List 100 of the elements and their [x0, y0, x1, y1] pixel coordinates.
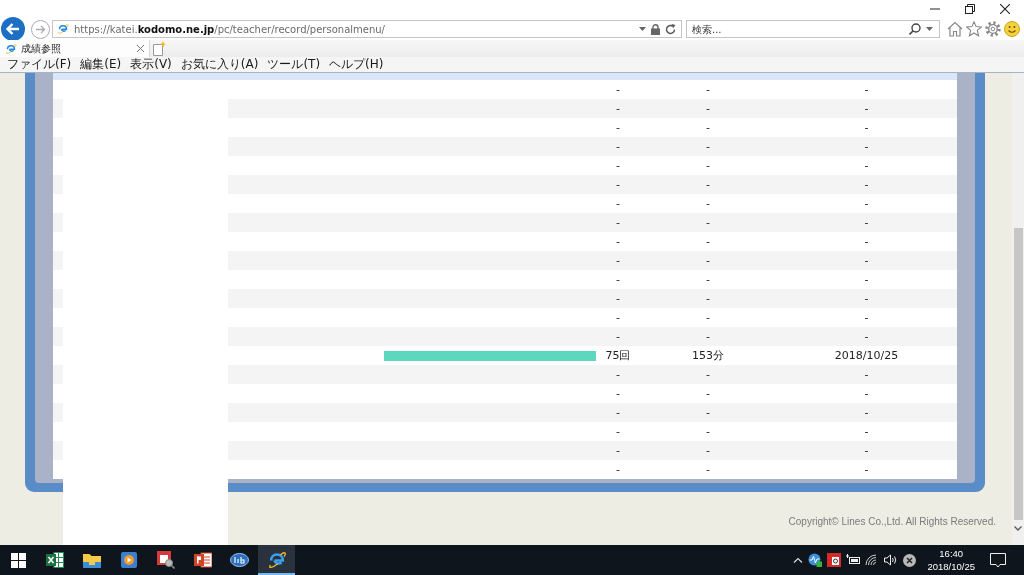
x-circle-icon[interactable]	[903, 553, 917, 567]
table-cell: -	[616, 273, 620, 286]
menu-item[interactable]: ヘルプ(H)	[329, 57, 384, 72]
table-cell: -	[864, 311, 869, 324]
table-cell: -	[706, 368, 710, 381]
close-icon[interactable]	[1000, 4, 1010, 14]
menu-item[interactable]: ツール(T)	[267, 57, 321, 72]
document-app-icon[interactable]	[827, 553, 842, 567]
table-cell: -	[706, 273, 710, 286]
table-cell: -	[616, 368, 620, 381]
table-cell: -	[864, 463, 869, 476]
spreadsheet-icon	[45, 552, 64, 568]
table-cell: -	[706, 121, 710, 134]
table-cell: -	[706, 83, 710, 96]
page-e-icon	[5, 42, 17, 55]
document-magnifier-icon	[156, 551, 175, 569]
table-cell: -	[706, 254, 710, 267]
battery-plug-icon[interactable]	[846, 554, 861, 566]
table-cell: -	[616, 463, 620, 476]
table-cell: -	[616, 292, 620, 305]
table-cell: -	[706, 292, 710, 305]
browser-tab[interactable]: 成績参照	[0, 40, 150, 57]
table-cell: -	[616, 197, 620, 210]
table-cell: -	[706, 216, 710, 229]
home-icon[interactable]	[947, 21, 963, 37]
menu-item[interactable]: お気に入り(A)	[180, 57, 259, 72]
table-cell: -	[616, 444, 620, 457]
table-cell: 75回	[605, 349, 631, 362]
table-cell: -	[864, 197, 869, 210]
table-cell: -	[616, 330, 620, 343]
table-cell: -	[864, 102, 869, 115]
table-cell: -	[864, 273, 869, 286]
table-cell: -	[616, 178, 620, 191]
clock-time[interactable]: 16:40	[939, 547, 964, 560]
table-cell: -	[706, 140, 710, 153]
taskbar-button[interactable]	[258, 545, 295, 575]
table-cell: -	[706, 311, 710, 324]
search-field[interactable]: 検索...	[686, 20, 940, 38]
table-cell: -	[706, 330, 710, 343]
table-cell: -	[706, 178, 710, 191]
copyright-text: Copyright© Lines Co.,Ltd. All Rights Reserved.	[788, 516, 996, 527]
menu-item[interactable]: ファイル(F)	[7, 57, 72, 72]
table-cell: -	[864, 425, 869, 438]
table-cell: -	[616, 425, 620, 438]
table-cell: -	[864, 159, 869, 172]
scroll-down-icon[interactable]	[1014, 526, 1022, 531]
table-cell: -	[616, 254, 620, 267]
new-tab-icon[interactable]	[153, 41, 166, 56]
table-cell: -	[864, 292, 869, 305]
table-cell: -	[616, 406, 620, 419]
table-cell: -	[706, 444, 710, 457]
menu-item[interactable]: 編集(E)	[80, 57, 122, 72]
table-cell: -	[864, 235, 869, 248]
notification-icon[interactable]	[990, 552, 1006, 568]
settings-icon[interactable]	[985, 21, 1001, 37]
table-cell: -	[864, 254, 869, 267]
table-cell: -	[864, 178, 869, 191]
scrollbar-thumb[interactable]	[1013, 228, 1023, 520]
menu-item[interactable]: 表示(V)	[130, 57, 172, 72]
table-cell: -	[706, 159, 710, 172]
caret-icon[interactable]	[926, 27, 933, 31]
star-icon[interactable]	[966, 21, 982, 37]
table-cell: -	[864, 83, 869, 96]
table-cell: -	[616, 311, 620, 324]
table-cell: -	[616, 235, 620, 248]
table-cell: -	[864, 444, 869, 457]
address-field[interactable]: https://katei.kodomo.ne.jp/pc/teacher/record/personalmenu/	[52, 20, 682, 38]
search-icon[interactable]	[909, 23, 921, 35]
smiley-icon[interactable]	[1004, 21, 1020, 37]
caret-icon[interactable]	[639, 27, 646, 31]
table-cell: -	[706, 425, 710, 438]
table-cell: -	[864, 330, 869, 343]
lock-icon[interactable]	[651, 23, 660, 35]
table-cell: -	[616, 83, 620, 96]
presentation-icon	[193, 552, 212, 568]
table-cell: -	[706, 406, 710, 419]
back-icon[interactable]	[1, 17, 25, 41]
table-cell: -	[616, 216, 620, 229]
speaker-icon[interactable]	[884, 554, 899, 566]
table-cell: -	[864, 121, 869, 134]
chevron-up-icon[interactable]	[793, 557, 804, 563]
table-cell: -	[864, 368, 869, 381]
clock-date[interactable]: 2018/10/25	[927, 560, 975, 573]
table-cell: -	[706, 387, 710, 400]
windows-logo-icon[interactable]	[10, 552, 26, 568]
table-cell: 153分	[692, 349, 724, 362]
table-cell: 2018/10/25	[834, 349, 899, 362]
pulse-check-icon[interactable]	[808, 553, 823, 567]
table-cell: -	[616, 140, 620, 153]
oval-badge-icon	[230, 553, 249, 567]
page-e-icon	[57, 23, 69, 35]
table-cell: -	[864, 216, 869, 229]
table-cell: -	[706, 235, 710, 248]
table-cell: -	[616, 102, 620, 115]
refresh-icon[interactable]	[665, 23, 676, 35]
table-cell: -	[864, 406, 869, 419]
table-cell: -	[616, 159, 620, 172]
table-cell: -	[706, 102, 710, 115]
table-cell: -	[864, 387, 869, 400]
restore-icon[interactable]	[965, 4, 975, 14]
